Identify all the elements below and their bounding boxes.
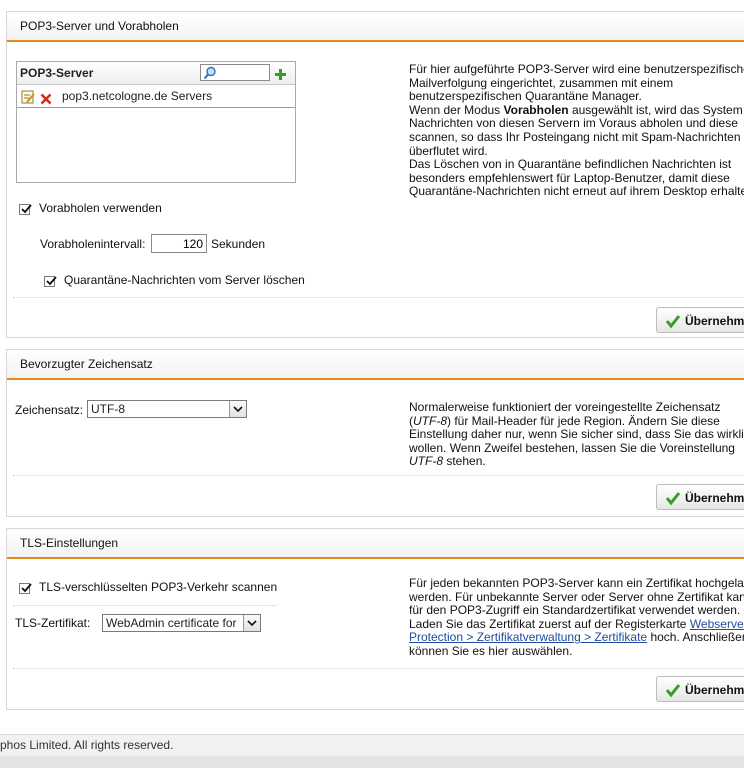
- footer-bar: [0, 756, 744, 768]
- pop3-apply-button[interactable]: Übernehmen: [656, 307, 744, 333]
- desc-line: UTF-8 stehen.: [409, 455, 744, 469]
- desc-italic-text: UTF-8: [409, 454, 443, 469]
- desc-line: überflutet wird.: [409, 143, 488, 158]
- webserver-link[interactable]: Webserver: [690, 617, 744, 631]
- pop3-server-search-input[interactable]: [200, 64, 270, 81]
- desc-line: Protection > Zertifikatverwaltung > Zert…: [409, 631, 744, 645]
- tls-cert-label: TLS-Zertifikat:: [15, 616, 91, 630]
- desc-line: Laden Sie das Zertifikat zuerst auf der …: [409, 616, 744, 632]
- desc-bold-text: Vorabholen: [503, 102, 569, 117]
- desc-line: (UTF-8) für Mail-Header für jede Region.…: [409, 413, 744, 429]
- interval-input[interactable]: [151, 234, 207, 253]
- desc-line: Nachrichten von diesen Servern im Voraus…: [409, 116, 738, 131]
- interval-label: Vorabholenintervall:: [40, 237, 146, 251]
- tls-cert-select[interactable]: WebAdmin certificate for: [102, 614, 261, 632]
- desc-text: Laden Sie das Zertifikat zuerst auf der …: [409, 616, 690, 631]
- desc-line: Für jeden bekannten POP3-Server kann ein…: [409, 576, 744, 590]
- charset-apply-button[interactable]: Übernehmen: [656, 484, 744, 510]
- desc-text: ausgewählt ist, wird das System: [568, 102, 743, 117]
- divider: [13, 668, 744, 669]
- delete-icon[interactable]: [40, 90, 52, 112]
- charset-panel: Bevorzugter Zeichensatz Zeichensatz: UTF…: [6, 349, 744, 517]
- checkmark-icon: [665, 681, 681, 698]
- copyright-text: phos Limited. All rights reserved.: [0, 738, 174, 752]
- prefetch-checkbox[interactable]: [19, 204, 32, 215]
- desc-line: benutzerspezifischen Quarantäne Manager.: [409, 89, 642, 104]
- tls-scan-label: TLS-verschlüsselten POP3-Verkehr scannen: [39, 580, 278, 594]
- tls-panel: TLS-Einstellungen TLS-verschlüsselten PO…: [6, 528, 744, 710]
- prefetch-label: Vorabholen verwenden: [39, 201, 162, 215]
- tls-panel-title: TLS-Einstellungen: [7, 529, 744, 559]
- tls-description: Für jeden bekannten POP3-Server kann ein…: [409, 576, 744, 659]
- tls-scan-checkbox[interactable]: [19, 583, 32, 594]
- search-icon: [203, 65, 217, 87]
- pop3-apply-label: Übernehmen: [685, 314, 744, 328]
- desc-line: Für hier aufgeführte POP3-Server wird ei…: [409, 62, 744, 76]
- checkmark-icon: [665, 489, 681, 506]
- chevron-down-icon[interactable]: [243, 615, 260, 631]
- desc-line: werden. Für unbekannte Server oder Serve…: [409, 589, 744, 604]
- charset-apply-label: Übernehmen: [685, 491, 744, 505]
- desc-text: ) für Mail-Header für jede Region. Änder…: [447, 413, 720, 428]
- desc-line: Wenn der Modus Vorabholen ausgewählt ist…: [409, 102, 744, 118]
- charset-panel-title: Bevorzugter Zeichensatz: [7, 350, 744, 380]
- pop3-panel: POP3-Server und Vorabholen POP3-Server p…: [6, 11, 744, 338]
- desc-italic-text: UTF-8: [413, 413, 447, 428]
- checkmark-icon: [665, 312, 681, 329]
- desc-line: können Sie es hier auswählen.: [409, 643, 573, 658]
- desc-line: Einstellung daher nur, wenn Sie sicher s…: [409, 427, 744, 442]
- interval-unit-label: Sekunden: [211, 237, 266, 251]
- pop3-description: Für hier aufgeführte POP3-Server wird ei…: [409, 62, 744, 199]
- desc-line: scannen, so dass Ihr Posteingang nicht m…: [409, 129, 741, 144]
- pop3-server-list-title: POP3-Server: [20, 66, 94, 80]
- desc-line: für den POP3-Zugriff ein Standardzertifi…: [409, 603, 741, 618]
- desc-line: wollen. Wenn Zweifel bestehen, lassen Si…: [409, 440, 735, 455]
- tls-cert-selected-value: WebAdmin certificate for: [106, 616, 237, 630]
- pop3-server-list: POP3-Server pop3.netcologne.de Servers: [16, 61, 296, 183]
- desc-text: Wenn der Modus: [409, 102, 504, 117]
- divider: [13, 297, 744, 298]
- pop3-panel-title: POP3-Server und Vorabholen: [7, 12, 744, 42]
- desc-text: stehen.: [443, 454, 486, 469]
- chevron-down-icon[interactable]: [229, 401, 246, 417]
- desc-line: Normalerweise funktioniert der voreinges…: [409, 400, 721, 414]
- server-name: pop3.netcologne.de Servers: [62, 89, 213, 103]
- desc-line: besonders empfehlenswert für Laptop-Benu…: [409, 170, 730, 185]
- delete-quarantine-checkbox[interactable]: [44, 276, 57, 287]
- divider: [13, 475, 744, 476]
- desc-line: Quarantäne-Nachrichten nicht erneut auf …: [409, 184, 744, 199]
- charset-label: Zeichensatz:: [15, 403, 84, 417]
- delete-quarantine-label: Quarantäne-Nachrichten vom Server lösche…: [64, 273, 305, 287]
- pop3-server-list-header: POP3-Server: [17, 62, 295, 85]
- edit-icon[interactable]: [21, 89, 35, 111]
- tls-apply-label: Übernehmen: [685, 683, 744, 697]
- certificates-link[interactable]: Protection > Zertifikatverwaltung > Zert…: [409, 630, 647, 645]
- charset-selected-value: UTF-8: [91, 402, 125, 416]
- list-item[interactable]: pop3.netcologne.de Servers: [17, 85, 295, 108]
- divider: [13, 605, 277, 606]
- desc-text: hoch. Anschließen: [647, 630, 744, 645]
- desc-line: Mailverfolgung eingerichtet, zusammen mi…: [409, 75, 674, 90]
- tls-apply-button[interactable]: Übernehmen: [656, 676, 744, 702]
- footer: phos Limited. All rights reserved.: [0, 734, 744, 757]
- charset-description: Normalerweise funktioniert der voreinges…: [409, 400, 744, 469]
- charset-select[interactable]: UTF-8: [87, 400, 247, 418]
- desc-line: Das Löschen von in Quarantäne befindlich…: [409, 157, 732, 172]
